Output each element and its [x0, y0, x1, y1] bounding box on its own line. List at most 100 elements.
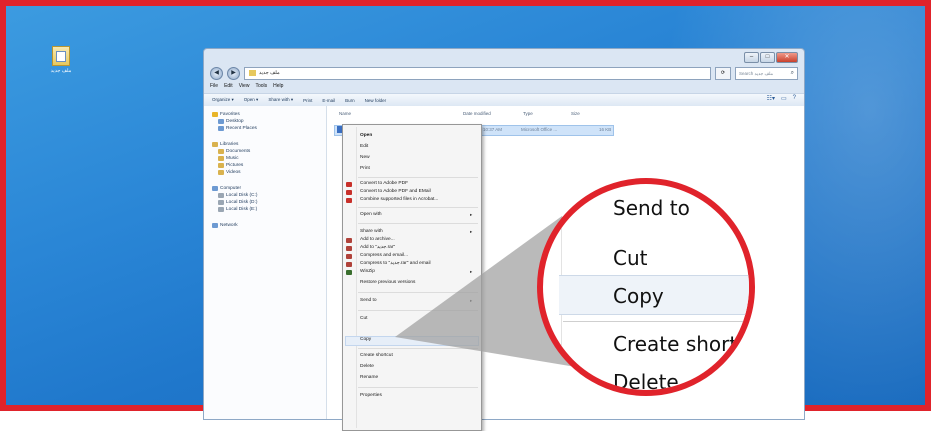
submenu-arrow-icon: ▸ — [470, 229, 473, 234]
close-button[interactable]: ✕ — [776, 52, 798, 63]
email-button[interactable]: E-mail — [322, 98, 335, 103]
menu-winzip[interactable]: WinZip ▸ — [360, 269, 472, 274]
nav-label: Network — [220, 223, 238, 228]
address-bar[interactable]: ملف جديد — [244, 66, 711, 80]
menu-separator — [358, 348, 478, 349]
menu-share-with[interactable]: Share with ▸ — [360, 229, 472, 234]
winrar-icon — [346, 238, 352, 243]
menu-restore-versions[interactable]: Restore previous versions — [360, 280, 415, 285]
views-icon[interactable]: ☷▾ — [767, 95, 775, 102]
nav-label: Computer — [220, 186, 242, 191]
submenu-arrow-icon: ▸ — [470, 298, 473, 303]
column-type[interactable]: Type — [523, 111, 533, 116]
print-button[interactable]: Print — [303, 98, 312, 103]
column-size[interactable]: Size — [571, 111, 580, 116]
documents-icon — [218, 149, 224, 154]
search-placeholder: Search ملف جديد — [739, 70, 774, 76]
menu-add-archive[interactable]: Add to archive... — [360, 237, 395, 242]
address-row: ◀ ▶ ملف جديد ⟳ Search ملف جديد ⌕ — [210, 66, 798, 80]
menu-file[interactable]: File — [210, 83, 218, 89]
menu-delete[interactable]: Delete — [360, 364, 374, 369]
menu-create-shortcut[interactable]: Create shortcut — [360, 353, 393, 358]
burn-button[interactable]: Burn — [345, 98, 355, 103]
file-size: 16 KB — [599, 127, 612, 132]
nav-documents[interactable]: Documents — [218, 149, 250, 154]
forward-button[interactable]: ▶ — [227, 66, 240, 80]
menu-properties[interactable]: Properties — [360, 393, 382, 398]
nav-label: Recent Places — [226, 126, 257, 131]
navigation-pane: Favorites Desktop Recent Places Librarie… — [204, 106, 327, 419]
maximize-button[interactable]: □ — [760, 52, 775, 63]
menu-tools[interactable]: Tools — [255, 83, 267, 89]
column-date-modified[interactable]: Date modified — [463, 111, 491, 116]
nav-disk-e[interactable]: Local Disk (E:) — [218, 207, 257, 212]
new-folder-button[interactable]: New folder — [365, 98, 387, 103]
menu-copy[interactable]: Copy — [360, 337, 371, 342]
back-button[interactable]: ◀ — [210, 66, 223, 80]
menu-help[interactable]: Help — [273, 83, 283, 89]
pdf-icon — [346, 182, 352, 187]
nav-recent-places[interactable]: Recent Places — [218, 126, 257, 131]
share-with-button[interactable]: Share with ▾ — [268, 97, 293, 103]
desktop-file-label: ملف جديد — [50, 68, 72, 74]
menu-view[interactable]: View — [239, 83, 250, 89]
nav-label: Videos — [226, 170, 241, 175]
file-type: Microsoft Office ... — [521, 127, 558, 132]
menu-new[interactable]: New — [360, 155, 370, 160]
music-icon — [218, 156, 224, 161]
nav-label: Local Disk (C:) — [226, 193, 258, 198]
menu-send-to-label: Send to — [360, 298, 377, 303]
nav-pictures[interactable]: Pictures — [218, 163, 243, 168]
menu-separator — [358, 207, 478, 208]
drive-icon — [218, 193, 224, 198]
nav-computer[interactable]: Computer — [212, 186, 241, 191]
zoom-create-shortcut: Create short — [613, 332, 738, 356]
menu-send-to[interactable]: Send to ▸ — [360, 298, 472, 303]
menu-compress-email[interactable]: Compress and email... — [360, 253, 408, 258]
organize-button[interactable]: Organize ▾ — [212, 97, 234, 103]
nav-label: Local Disk (D:) — [226, 200, 258, 205]
menu-convert-pdf[interactable]: Convert to Adobe PDF — [360, 181, 408, 186]
menu-separator — [358, 292, 478, 293]
window-controls: – □ ✕ — [744, 52, 798, 63]
menu-edit[interactable]: Edit — [224, 83, 233, 89]
nav-favorites[interactable]: Favorites — [212, 112, 240, 117]
menu-print[interactable]: Print — [360, 166, 370, 171]
desktop-file-icon[interactable]: ملف جديد — [46, 46, 76, 74]
file-date: 10:37 AM — [483, 127, 503, 132]
menu-rename[interactable]: Rename — [360, 375, 378, 380]
drive-icon — [218, 200, 224, 205]
nav-label: Documents — [226, 149, 251, 154]
drive-icon — [218, 207, 224, 212]
nav-disk-c[interactable]: Local Disk (C:) — [218, 193, 257, 198]
menu-open-with[interactable]: Open with ▸ — [360, 212, 472, 217]
submenu-arrow-icon: ▸ — [470, 269, 473, 274]
refresh-button[interactable]: ⟳ — [715, 66, 731, 80]
nav-disk-d[interactable]: Local Disk (D:) — [218, 200, 257, 205]
preview-pane-icon[interactable]: ▭ — [781, 95, 787, 102]
menu-separator — [358, 387, 478, 388]
nav-videos[interactable]: Videos — [218, 170, 241, 175]
menu-edit-item[interactable]: Edit — [360, 144, 368, 149]
menu-winzip-label: WinZip — [360, 269, 375, 274]
menu-open[interactable]: Open — [360, 133, 372, 138]
menu-cut[interactable]: Cut — [360, 316, 367, 321]
minimize-button[interactable]: – — [744, 52, 759, 63]
nav-network[interactable]: Network — [212, 223, 238, 228]
help-icon[interactable]: ? — [793, 95, 796, 102]
menu-separator — [358, 177, 478, 178]
search-input[interactable]: Search ملف جديد ⌕ — [735, 66, 798, 80]
nav-music[interactable]: Music — [218, 156, 239, 161]
menu-add-rar[interactable]: Add to "جديد.rar" — [360, 245, 395, 250]
winrar-icon — [346, 254, 352, 259]
libraries-icon — [212, 142, 218, 147]
zoom-separator — [563, 321, 749, 322]
column-name[interactable]: Name — [339, 111, 351, 116]
menu-combine-acrobat[interactable]: Combine supported files in Acrobat... — [360, 197, 438, 202]
menu-convert-pdf-email[interactable]: Convert to Adobe PDF and EMail — [360, 189, 431, 194]
nav-desktop[interactable]: Desktop — [218, 119, 244, 124]
open-button[interactable]: Open ▾ — [244, 97, 259, 103]
nav-libraries[interactable]: Libraries — [212, 142, 238, 147]
menu-compress-rar-email[interactable]: Compress to "جديد.rar" and email — [360, 261, 431, 266]
zoom-copy: Copy — [613, 284, 664, 308]
